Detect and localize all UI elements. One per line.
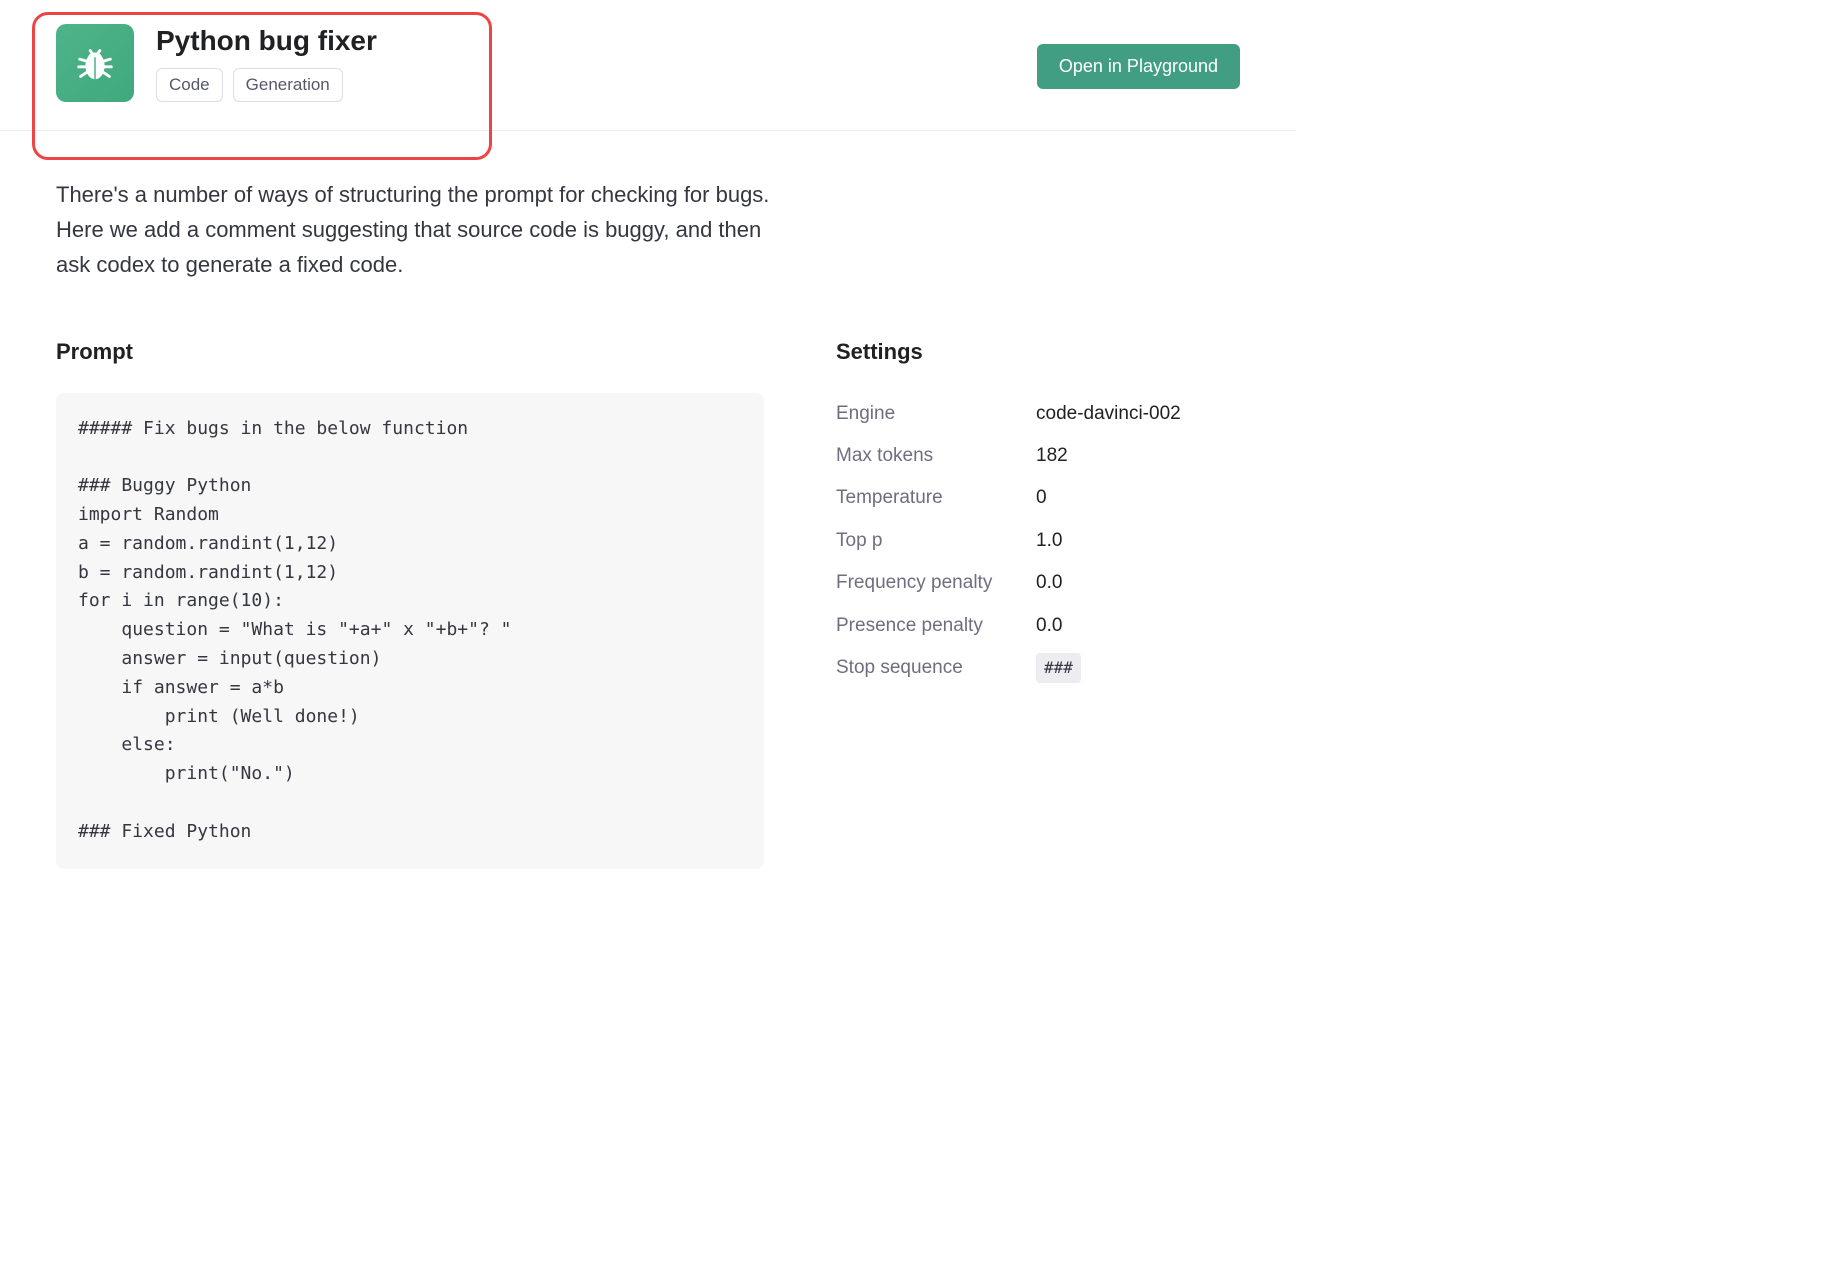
settings-label: Stop sequence [836, 653, 1036, 683]
page-title: Python bug fixer [156, 24, 377, 58]
settings-value: ### [1036, 653, 1081, 683]
description-text: There's a number of ways of structuring … [56, 177, 776, 283]
settings-row-temperature: Temperature 0 [836, 477, 1240, 519]
settings-label: Engine [836, 399, 1036, 429]
settings-table: Engine code-davinci-002 Max tokens 182 T… [836, 393, 1240, 690]
tag-generation[interactable]: Generation [233, 68, 343, 102]
settings-column: Settings Engine code-davinci-002 Max tok… [836, 339, 1240, 869]
header-area: Python bug fixer Code Generation Open in… [0, 0, 1296, 131]
prompt-column: Prompt ##### Fix bugs in the below funct… [56, 339, 764, 869]
page-container: Python bug fixer Code Generation Open in… [0, 0, 1296, 906]
settings-value: 0.0 [1036, 611, 1062, 641]
settings-label: Top p [836, 526, 1036, 556]
settings-row-stop-sequence: Stop sequence ### [836, 647, 1240, 689]
prompt-box: ##### Fix bugs in the below function ###… [56, 393, 764, 869]
settings-row-frequency-penalty: Frequency penalty 0.0 [836, 562, 1240, 604]
settings-row-top-p: Top p 1.0 [836, 520, 1240, 562]
tag-code[interactable]: Code [156, 68, 223, 102]
title-group: Python bug fixer Code Generation [56, 24, 377, 102]
settings-heading: Settings [836, 339, 1240, 365]
settings-row-max-tokens: Max tokens 182 [836, 435, 1240, 477]
settings-label: Max tokens [836, 441, 1036, 471]
columns: Prompt ##### Fix bugs in the below funct… [56, 339, 1240, 869]
content-wrapper: Python bug fixer Code Generation Open in… [0, 0, 1296, 906]
settings-label: Frequency penalty [836, 568, 1036, 598]
settings-value: 1.0 [1036, 526, 1062, 556]
settings-label: Presence penalty [836, 611, 1036, 641]
settings-value: code-davinci-002 [1036, 399, 1181, 429]
settings-value: 0.0 [1036, 568, 1062, 598]
settings-label: Temperature [836, 483, 1036, 513]
settings-value: 0 [1036, 483, 1047, 513]
bug-icon [56, 24, 134, 102]
open-in-playground-button[interactable]: Open in Playground [1037, 44, 1240, 89]
stop-sequence-chip: ### [1036, 653, 1081, 683]
title-text-group: Python bug fixer Code Generation [156, 24, 377, 102]
body-area: There's a number of ways of structuring … [0, 131, 1296, 869]
settings-row-presence-penalty: Presence penalty 0.0 [836, 605, 1240, 647]
settings-row-engine: Engine code-davinci-002 [836, 393, 1240, 435]
prompt-heading: Prompt [56, 339, 764, 365]
settings-value: 182 [1036, 441, 1068, 471]
header-row: Python bug fixer Code Generation Open in… [56, 24, 1240, 102]
tag-row: Code Generation [156, 68, 377, 102]
